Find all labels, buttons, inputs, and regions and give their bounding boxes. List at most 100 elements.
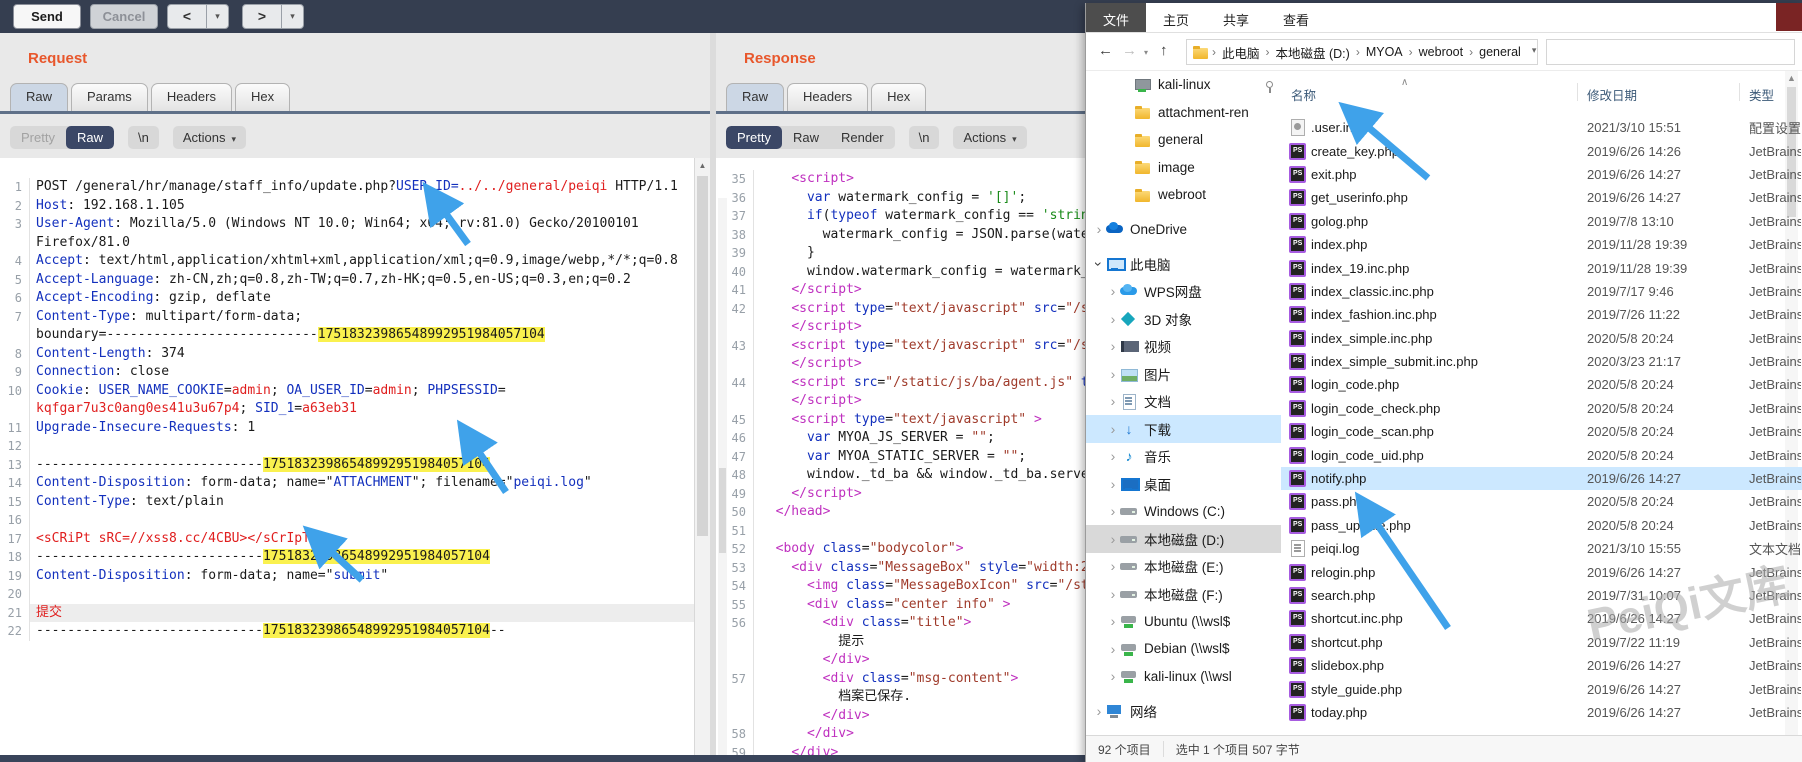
file-row[interactable]: PSlogin_code_uid.php2020/5/8 20:24JetBra… (1281, 443, 1802, 466)
file-row[interactable]: PSshortcut.inc.php2019/6/26 14:27JetBrai… (1281, 607, 1802, 630)
address-dropdown-icon[interactable]: ▾ (1525, 45, 1538, 60)
file-row[interactable]: PScreate_key.php2019/6/26 14:26JetBrains (1281, 139, 1802, 162)
menu-2[interactable]: 共享 (1206, 3, 1266, 32)
next-request-button[interactable]: > ▾ (242, 4, 304, 29)
sidebar-item-windows-c-[interactable]: ›Windows (C:) (1086, 498, 1281, 526)
response-tab-headers[interactable]: Headers (787, 83, 868, 111)
chevron-collapsed-icon[interactable]: › (1106, 503, 1120, 519)
sidebar-item-kali-linux-wsl[interactable]: ›kali-linux (\\wsl (1086, 663, 1281, 691)
breadcrumb[interactable]: › 此电脑›本地磁盘 (D:)›MYOA›webroot›general ▾ ↻ (1186, 39, 1538, 65)
view-pretty[interactable]: Pretty (10, 126, 66, 149)
chevron-collapsed-icon[interactable]: › (1092, 703, 1106, 719)
prev-request-button[interactable]: < ▾ (167, 4, 229, 29)
sidebar-item-文档[interactable]: ›文档 (1086, 388, 1281, 416)
file-row[interactable]: PSnotify.php2019/6/26 14:27JetBrains (1281, 467, 1802, 490)
chevron-collapsed-icon[interactable]: › (1106, 393, 1120, 409)
scrollbar-thumb[interactable] (719, 468, 726, 553)
file-row[interactable]: PSget_userinfo.php2019/6/26 14:27JetBrai… (1281, 186, 1802, 209)
breadcrumb-segment[interactable]: general (1475, 45, 1525, 59)
file-row[interactable]: PSslidebox.php2019/6/26 14:27JetBrains (1281, 654, 1802, 677)
chevron-collapsed-icon[interactable]: › (1106, 338, 1120, 354)
sidebar-item-attachment-ren[interactable]: attachment-ren (1086, 99, 1281, 127)
file-row[interactable]: PSindex_simple.inc.php2020/5/8 20:24JetB… (1281, 327, 1802, 350)
file-row[interactable]: PSexit.php2019/6/26 14:27JetBrains (1281, 163, 1802, 186)
chevron-collapsed-icon[interactable]: › (1106, 668, 1120, 684)
chevron-collapsed-icon[interactable]: › (1106, 366, 1120, 382)
chevron-collapsed-icon[interactable]: › (1106, 641, 1120, 657)
request-tab-headers[interactable]: Headers (151, 83, 232, 111)
scrollbar-thumb[interactable] (697, 176, 708, 536)
sidebar-item-debian-wsl-[interactable]: ›Debian (\\wsl$ (1086, 635, 1281, 663)
menu-file[interactable]: 文件 (1086, 3, 1146, 32)
sidebar-item-桌面[interactable]: ›桌面 (1086, 470, 1281, 498)
chevron-collapsed-icon[interactable]: › (1092, 221, 1106, 237)
breadcrumb-segment[interactable]: 此电脑 (1218, 43, 1264, 62)
file-row[interactable]: PSrelogin.php2019/6/26 14:27JetBrains (1281, 560, 1802, 583)
file-row[interactable]: PSpass_update.php2020/5/8 20:24JetBrains (1281, 514, 1802, 537)
request-tab-params[interactable]: Params (71, 83, 148, 111)
sidebar-item-image[interactable]: image (1086, 154, 1281, 182)
chevron-down-icon[interactable]: ▾ (206, 5, 228, 28)
column-header-date[interactable]: 修改日期 (1587, 85, 1637, 104)
newline-toggle-button[interactable]: \n (128, 126, 159, 149)
file-row[interactable]: PSsearch.php2019/7/31 10:07JetBrains (1281, 584, 1802, 607)
forward-icon[interactable]: → (1122, 42, 1137, 59)
newline-toggle-button[interactable]: \n (909, 126, 940, 149)
sidebar-item-下载[interactable]: ›↓下载 (1086, 415, 1281, 443)
sidebar-item-本地磁盘-e-[interactable]: ›本地磁盘 (E:) (1086, 553, 1281, 581)
column-divider[interactable] (1577, 83, 1578, 101)
cancel-button[interactable]: Cancel (90, 4, 158, 29)
chevron-collapsed-icon[interactable]: › (1106, 531, 1120, 547)
file-row[interactable]: PSindex_fashion.inc.php2019/7/26 11:22Je… (1281, 303, 1802, 326)
response-tab-hex[interactable]: Hex (871, 83, 926, 111)
file-row[interactable]: PSpass.php2020/5/8 20:24JetBrains (1281, 490, 1802, 513)
sidebar-item-ubuntu-wsl-[interactable]: ›Ubuntu (\\wsl$ (1086, 608, 1281, 636)
sidebar-item-视频[interactable]: ›视频 (1086, 333, 1281, 361)
file-row[interactable]: PSlogin_code_check.php2020/5/8 20:24JetB… (1281, 397, 1802, 420)
sidebar-item-此电脑[interactable]: ›此电脑 (1086, 250, 1281, 278)
chevron-collapsed-icon[interactable]: › (1106, 613, 1120, 629)
back-icon[interactable]: ← (1098, 42, 1113, 59)
chevron-down-icon[interactable]: ▾ (281, 5, 303, 28)
column-divider[interactable] (1739, 83, 1740, 101)
actions-button[interactable]: Actions▾ (173, 126, 246, 149)
sidebar-item-3d-对象[interactable]: ›3D 对象 (1086, 305, 1281, 333)
scroll-up-icon[interactable]: ▲ (695, 158, 710, 173)
recent-locations-icon[interactable]: ▾ (1144, 48, 1148, 57)
file-row[interactable]: PSgolog.php2019/7/8 13:10JetBrains (1281, 210, 1802, 233)
actions-button[interactable]: Actions▾ (953, 126, 1026, 149)
file-row[interactable]: peiqi.log2021/3/10 15:55文本文档 (1281, 537, 1802, 560)
file-row[interactable]: PSindex_simple_submit.inc.php2020/3/23 2… (1281, 350, 1802, 373)
chevron-collapsed-icon[interactable]: › (1106, 586, 1120, 602)
file-row[interactable]: PSlogin_code_scan.php2020/5/8 20:24JetBr… (1281, 420, 1802, 443)
chevron-collapsed-icon[interactable]: › (1106, 558, 1120, 574)
file-row[interactable]: PSindex_19.inc.php2019/11/28 19:39JetBra… (1281, 256, 1802, 279)
chevron-collapsed-icon[interactable]: › (1106, 311, 1120, 327)
view-raw[interactable]: Raw (782, 126, 830, 149)
sidebar-item-webroot[interactable]: webroot (1086, 181, 1281, 209)
request-editor[interactable]: 1POST /general/hr/manage/staff_info/upda… (0, 158, 694, 755)
menu-1[interactable]: 主页 (1146, 3, 1206, 32)
file-row[interactable]: PSlogin_code.php2020/5/8 20:24JetBrains (1281, 373, 1802, 396)
column-header-type[interactable]: 类型 (1749, 85, 1774, 104)
request-scrollbar[interactable]: ▲ (694, 158, 710, 755)
file-row[interactable]: PSindex.php2019/11/28 19:39JetBrains (1281, 233, 1802, 256)
column-header-name[interactable]: 名称 (1291, 85, 1316, 104)
breadcrumb-segment[interactable]: MYOA (1362, 45, 1407, 59)
sidebar-item-general[interactable]: general (1086, 126, 1281, 154)
chevron-collapsed-icon[interactable]: › (1106, 476, 1120, 492)
sidebar-item-本地磁盘-f-[interactable]: ›本地磁盘 (F:) (1086, 580, 1281, 608)
sidebar-item-本地磁盘-d-[interactable]: ›本地磁盘 (D:) (1086, 525, 1281, 553)
send-button[interactable]: Send (13, 4, 81, 29)
breadcrumb-segment[interactable]: webroot (1415, 45, 1467, 59)
view-pretty[interactable]: Pretty (726, 126, 782, 149)
view-raw[interactable]: Raw (66, 126, 114, 149)
chevron-collapsed-icon[interactable]: › (1106, 448, 1120, 464)
sidebar-item-图片[interactable]: ›图片 (1086, 360, 1281, 388)
chevron-collapsed-icon[interactable]: › (1106, 283, 1120, 299)
file-row[interactable]: PSstyle_guide.php2019/6/26 14:27JetBrain… (1281, 677, 1802, 700)
chevron-expanded-icon[interactable]: › (1091, 257, 1107, 271)
sidebar-item-wps网盘[interactable]: ›WPS网盘 (1086, 278, 1281, 306)
sidebar-item-网络[interactable]: ›网络 (1086, 697, 1281, 725)
file-row[interactable]: PSindex_classic.inc.php2019/7/17 9:46Jet… (1281, 280, 1802, 303)
